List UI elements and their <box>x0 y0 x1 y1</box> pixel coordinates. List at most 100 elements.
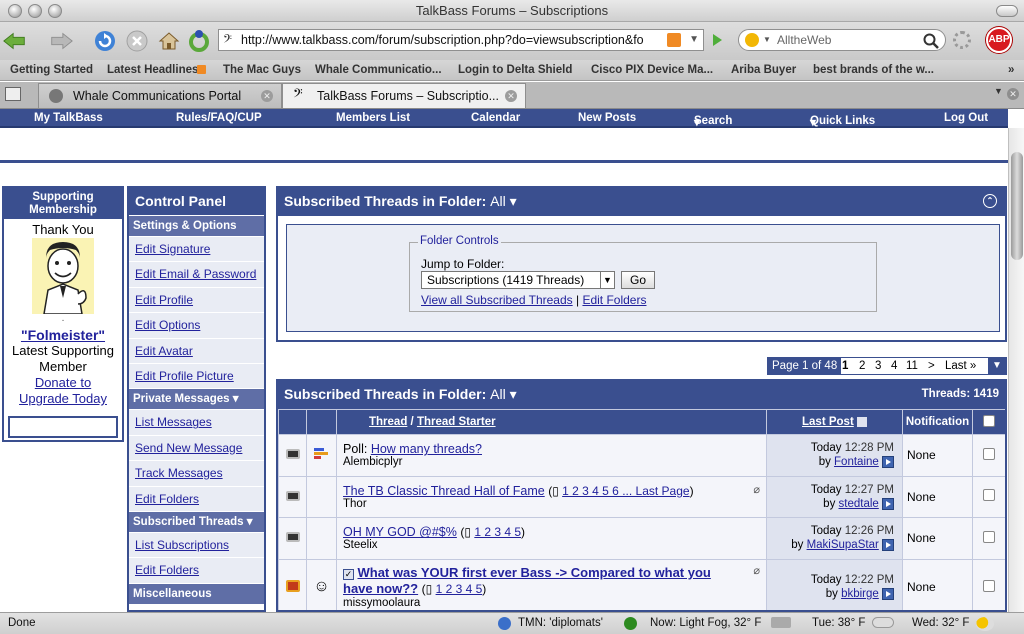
tab-whale-communications[interactable]: Whale Communications Portal ✕ <box>38 83 282 108</box>
multipage-links[interactable]: 1 2 3 4 5 6 ... Last Page <box>562 484 689 498</box>
nav-members-list[interactable]: Members List <box>336 112 410 124</box>
sort-desc-icon[interactable] <box>856 416 867 427</box>
upgrade-link[interactable]: Upgrade Today <box>19 391 107 406</box>
page-3-link[interactable]: 3 <box>875 360 881 372</box>
list-messages-link[interactable]: List Messages <box>135 415 212 429</box>
thread-title-link[interactable]: The TB Classic Thread Hall of Fame <box>343 484 545 498</box>
bookmark-latest-headlines[interactable]: Latest Headlines <box>107 64 198 76</box>
bookmark-the-mac-guys[interactable]: The Mac Guys <box>223 64 301 76</box>
folder-select[interactable]: Subscriptions (1419 Threads) ▼ <box>421 271 615 289</box>
page-jump-dropdown-icon[interactable]: ▼ <box>988 358 1006 374</box>
thread-checkbox[interactable] <box>983 530 995 543</box>
edit-options-link[interactable]: Edit Options <box>135 318 200 332</box>
multipage-links[interactable]: 1 2 3 4 5 <box>474 525 521 539</box>
track-messages-link[interactable]: Track Messages <box>135 466 223 480</box>
close-tab-icon[interactable]: ✕ <box>261 90 273 102</box>
pm-edit-folders-link[interactable]: Edit Folders <box>135 492 199 506</box>
next-page-link[interactable]: > <box>928 360 935 372</box>
supporting-member-link[interactable]: "Folmeister" <box>21 327 105 343</box>
address-bar[interactable]: 𝄢 http://www.talkbass.com/forum/subscrip… <box>218 29 704 51</box>
page-11-link[interactable]: 11 <box>906 360 918 372</box>
forward-button[interactable] <box>48 29 74 53</box>
last-poster-link[interactable]: MakiSupaStar <box>807 539 879 551</box>
list-subscriptions-link[interactable]: List Subscriptions <box>135 538 229 552</box>
edit-profile-link[interactable]: Edit Profile <box>135 293 193 307</box>
go-button[interactable]: Go <box>621 271 655 289</box>
last-page-link[interactable]: Last » <box>945 360 976 372</box>
nav-log-out[interactable]: Log Out <box>944 112 988 124</box>
last-poster-link[interactable]: bkbirge <box>841 588 879 600</box>
weather-now[interactable]: Now: Light Fog, 32° F <box>650 617 761 629</box>
close-tab-icon[interactable]: ✕ <box>505 90 517 102</box>
section-subscribed-threads[interactable]: Subscribed Threads ▾ <box>129 510 264 532</box>
nav-calendar[interactable]: Calendar <box>471 112 520 124</box>
back-button[interactable] <box>2 29 28 53</box>
supporting-input[interactable] <box>8 416 118 438</box>
edit-avatar-link[interactable]: Edit Avatar <box>135 344 193 358</box>
history-dropdown-icon[interactable]: ▼ <box>689 30 699 50</box>
multipage-nav[interactable]: (▯ 1 2 3 4 5 6 ... Last Page) <box>548 484 693 498</box>
thread-checkbox[interactable] <box>983 579 995 592</box>
edit-email-password-link[interactable]: Edit Email & Password <box>135 267 256 281</box>
thread-checkbox[interactable] <box>983 447 995 460</box>
thread-title-link[interactable]: What was YOUR first ever Bass -> Compare… <box>343 565 711 596</box>
thread-checkbox[interactable] <box>983 489 995 502</box>
adblock-plus-button[interactable]: ABP <box>986 27 1012 53</box>
weather-tue[interactable]: Tue: 38° F <box>812 617 865 629</box>
zoom-window-button[interactable] <box>48 4 62 18</box>
tab-list-icon[interactable]: ▼ <box>994 86 1003 96</box>
bookmarks-overflow-icon[interactable]: » <box>1008 64 1014 76</box>
extension-button[interactable] <box>186 29 212 53</box>
donate-link[interactable]: Donate to <box>35 375 91 390</box>
scrollbar-thumb[interactable] <box>1011 152 1023 260</box>
vertical-scrollbar[interactable] <box>1008 128 1024 612</box>
tmn-status[interactable]: TMN: 'diplomats' <box>518 617 603 629</box>
bookmark-best-brands[interactable]: best brands of the w... <box>813 64 934 76</box>
close-tab-icon[interactable]: ✕ <box>1007 88 1019 100</box>
multipage-links[interactable]: 1 2 3 4 5 <box>436 582 483 596</box>
rss-feed-icon[interactable] <box>667 33 681 47</box>
stop-button[interactable] <box>124 29 150 53</box>
new-tab-icon[interactable] <box>5 87 21 101</box>
toolbar-toggle-button[interactable] <box>996 5 1018 17</box>
tab-talkbass-subscriptions[interactable]: 𝄢 TalkBass Forums – Subscriptio... ✕ <box>282 83 526 108</box>
reload-button[interactable] <box>92 29 118 53</box>
subs-edit-folders-link[interactable]: Edit Folders <box>135 563 199 577</box>
send-new-message-link[interactable]: Send New Message <box>135 441 242 455</box>
goto-last-post-icon[interactable] <box>882 539 894 552</box>
folder-menu[interactable]: All ▾ <box>490 193 516 209</box>
edit-signature-link[interactable]: Edit Signature <box>135 242 210 256</box>
bookmark-ariba-buyer[interactable]: Ariba Buyer <box>731 64 796 76</box>
thread-title-link[interactable]: OH MY GOD @#$% <box>343 525 457 539</box>
search-input[interactable]: ▼ AlltheWeb <box>738 29 946 51</box>
collapse-icon[interactable]: ⌃ <box>983 194 997 208</box>
home-button[interactable] <box>156 29 182 53</box>
select-all-checkbox[interactable] <box>983 414 995 427</box>
goto-last-post-icon[interactable] <box>882 456 894 469</box>
sort-by-thread-link[interactable]: Thread <box>369 416 407 428</box>
sort-by-last-post-link[interactable]: Last Post <box>802 416 854 428</box>
close-window-button[interactable] <box>8 4 22 18</box>
view-all-subscribed-link[interactable]: View all Subscribed Threads <box>421 293 573 307</box>
edit-folders-link[interactable]: Edit Folders <box>582 293 646 307</box>
thread-title-link[interactable]: How many threads? <box>371 442 482 456</box>
bookmark-whale-communications[interactable]: Whale Communicatio... <box>315 64 442 76</box>
goto-last-post-icon[interactable] <box>882 587 894 600</box>
goto-last-post-icon[interactable] <box>882 497 894 510</box>
multipage-nav[interactable]: (▯ 1 2 3 4 5) <box>422 582 487 596</box>
multipage-nav[interactable]: (▯ 1 2 3 4 5) <box>460 525 525 539</box>
nav-my-talkbass[interactable]: My TalkBass <box>34 112 103 124</box>
bookmark-getting-started[interactable]: Getting Started <box>10 64 93 76</box>
nav-rules-faq[interactable]: Rules/FAQ/CUP <box>176 112 262 124</box>
page-4-link[interactable]: 4 <box>891 360 897 372</box>
weather-wed[interactable]: Wed: 32° F <box>912 617 969 629</box>
section-private-messages[interactable]: Private Messages ▾ <box>129 388 264 410</box>
last-poster-link[interactable]: stedtale <box>839 498 879 510</box>
nav-new-posts[interactable]: New Posts <box>578 112 636 124</box>
bookmark-cisco-pix[interactable]: Cisco PIX Device Ma... <box>591 64 713 76</box>
edit-profile-picture-link[interactable]: Edit Profile Picture <box>135 369 234 383</box>
bookmark-delta-shield[interactable]: Login to Delta Shield <box>458 64 572 76</box>
last-poster-link[interactable]: Fontaine <box>834 456 879 468</box>
magnifier-icon[interactable] <box>923 33 939 49</box>
engine-dropdown-icon[interactable]: ▼ <box>763 30 771 50</box>
